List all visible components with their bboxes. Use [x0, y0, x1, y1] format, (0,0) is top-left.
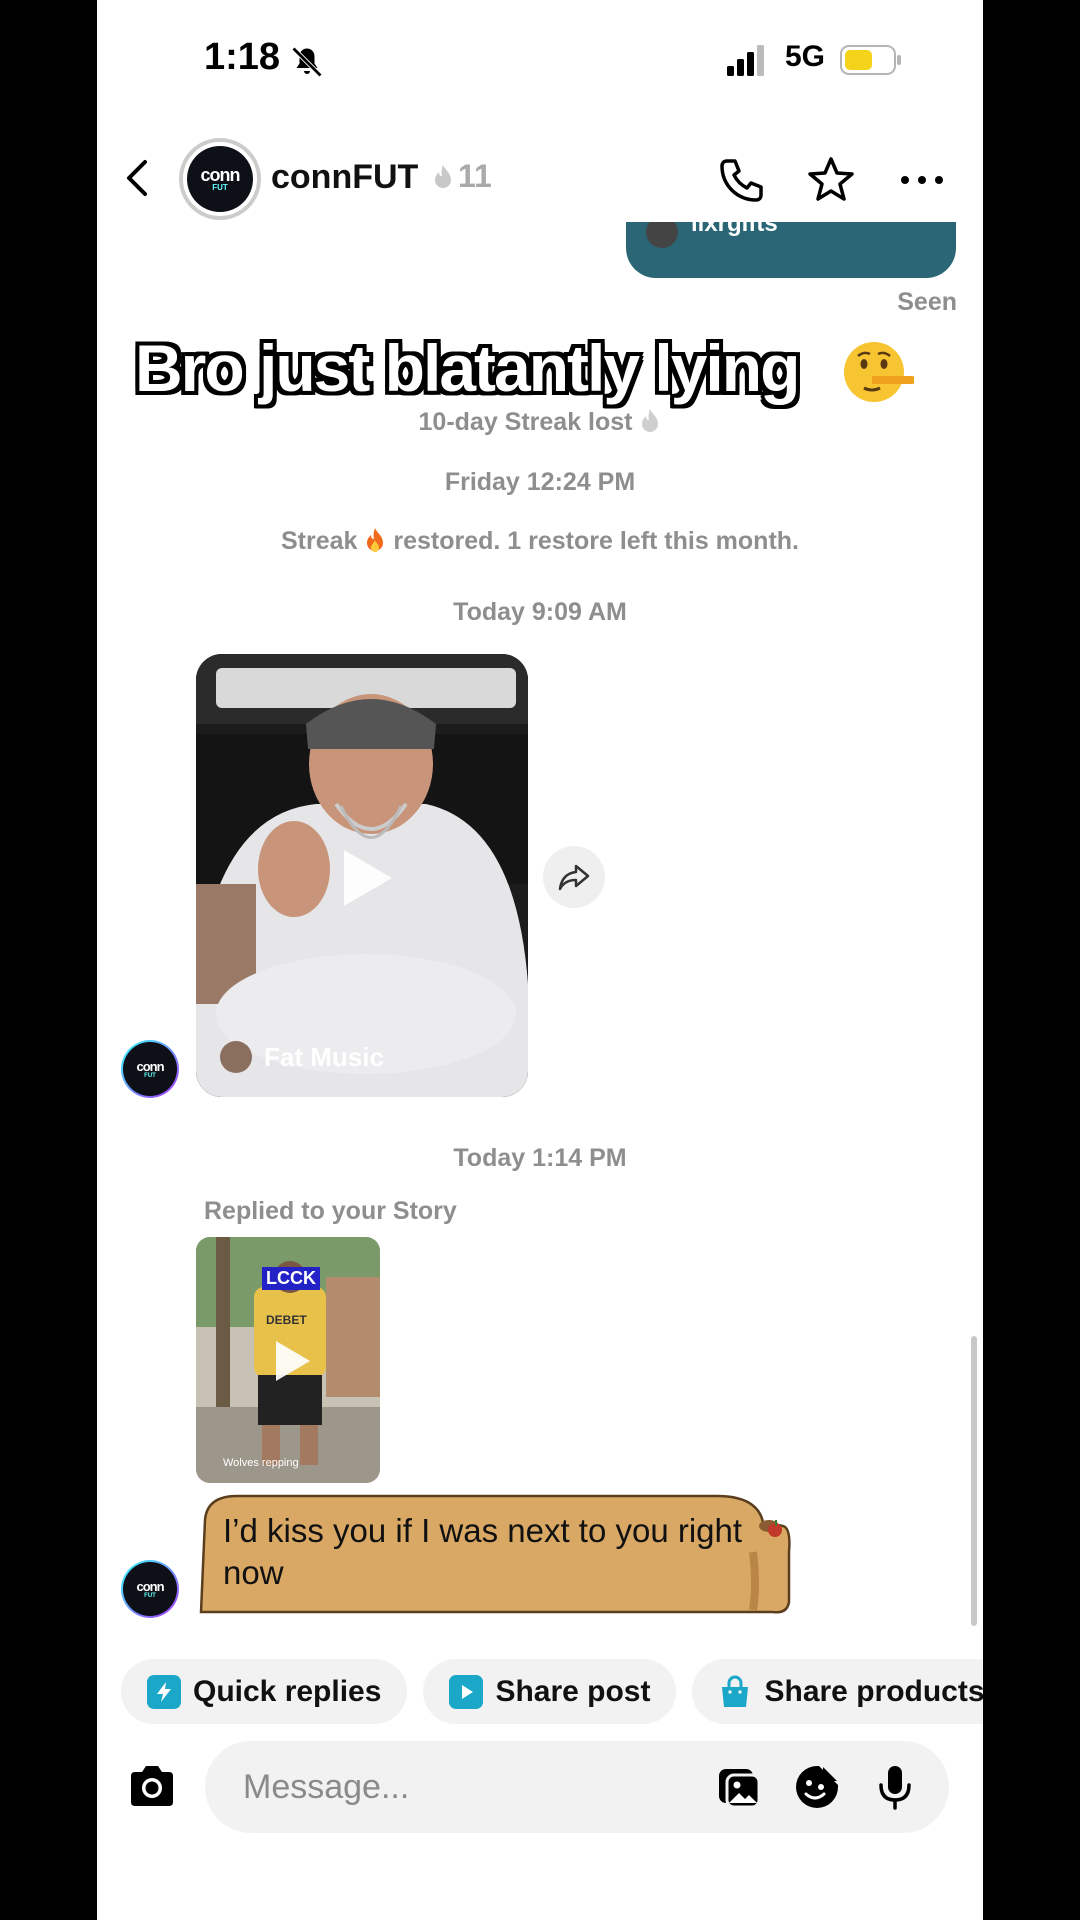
- contact-name[interactable]: connFUT: [271, 158, 418, 197]
- fire-emoji-icon: [367, 528, 384, 552]
- scrollbar[interactable]: [971, 1336, 977, 1626]
- avatar-logo: conn FUT: [123, 1042, 177, 1096]
- chat-screen: 1:18 5G conn FUT connFUT 11 lixrgifts Se…: [97, 0, 983, 1920]
- message-input[interactable]: [243, 1763, 703, 1811]
- shirt-text: DEBET: [266, 1313, 307, 1327]
- story-reply-message: I’d kiss you if I was next to you right …: [223, 1512, 743, 1591]
- timestamp-afternoon: Today 1:14 PM: [453, 1144, 627, 1172]
- status-time: 1:18: [204, 36, 281, 78]
- network-label: 5G: [785, 40, 826, 73]
- lightning-icon: [147, 1674, 181, 1709]
- overlay-caption: Bro just blatantly lying: [135, 331, 800, 405]
- back-button[interactable]: [119, 158, 159, 198]
- forward-icon: [558, 864, 590, 891]
- play-icon[interactable]: [276, 1341, 310, 1381]
- sticker-icon[interactable]: [793, 1763, 841, 1811]
- play-square-icon: [449, 1674, 484, 1709]
- avatar-logo: conn FUT: [123, 1562, 177, 1616]
- seen-label: Seen: [897, 288, 957, 316]
- message-composer: [205, 1741, 949, 1833]
- share-products-chip[interactable]: Share products: [692, 1659, 983, 1724]
- sender-avatar[interactable]: conn FUT: [121, 1560, 179, 1618]
- battery-icon: [840, 45, 901, 75]
- avatar-logo: conn FUT: [187, 146, 253, 212]
- sender-avatar[interactable]: conn FUT: [121, 1040, 179, 1098]
- phone-call-button[interactable]: [717, 155, 767, 205]
- timestamp-friday: Friday 12:24 PM: [444, 468, 636, 496]
- microphone-icon[interactable]: [871, 1763, 919, 1811]
- streak-indicator: 11: [432, 158, 492, 195]
- shared-video-message[interactable]: Fat Music: [196, 654, 528, 1097]
- streak-lost-notice: 10-day Streak lost: [97, 408, 983, 437]
- silent-bell-icon: [291, 46, 323, 78]
- shared-account-avatar: [646, 222, 678, 248]
- favorite-star-button[interactable]: [806, 155, 856, 205]
- streak-restored-notice: Streak restored. 1 restore left this mon…: [281, 527, 799, 555]
- replied-to-story-label: Replied to your Story: [204, 1197, 457, 1225]
- story-caption: Wolves repping: [223, 1457, 299, 1469]
- more-options-button[interactable]: [897, 155, 947, 205]
- gallery-icon[interactable]: [715, 1763, 763, 1811]
- suggestion-chips: Quick replies Share post Share products: [121, 1659, 983, 1724]
- quick-replies-chip[interactable]: Quick replies: [121, 1659, 408, 1724]
- contact-avatar[interactable]: conn FUT: [179, 138, 261, 220]
- sent-share-bubble[interactable]: lixrgifts: [626, 222, 956, 278]
- forward-button[interactable]: [543, 846, 605, 908]
- play-icon[interactable]: [344, 850, 392, 906]
- timestamp-morning: Today 9:09 AM: [453, 598, 627, 626]
- lying-face-emoji-icon: [844, 342, 914, 402]
- flame-icon: [642, 409, 659, 432]
- signal-icon: [727, 45, 764, 76]
- camera-button[interactable]: [127, 1762, 177, 1812]
- flame-icon: [435, 164, 451, 188]
- story-thumbnail[interactable]: LCCK DEBET Wolves repping: [196, 1237, 380, 1483]
- video-source: Fat Music: [220, 1041, 384, 1073]
- shopping-bag-icon: [718, 1675, 752, 1709]
- share-post-chip[interactable]: Share post: [423, 1659, 677, 1724]
- story-sticker: LCCK: [262, 1267, 320, 1290]
- source-avatar: [220, 1041, 252, 1073]
